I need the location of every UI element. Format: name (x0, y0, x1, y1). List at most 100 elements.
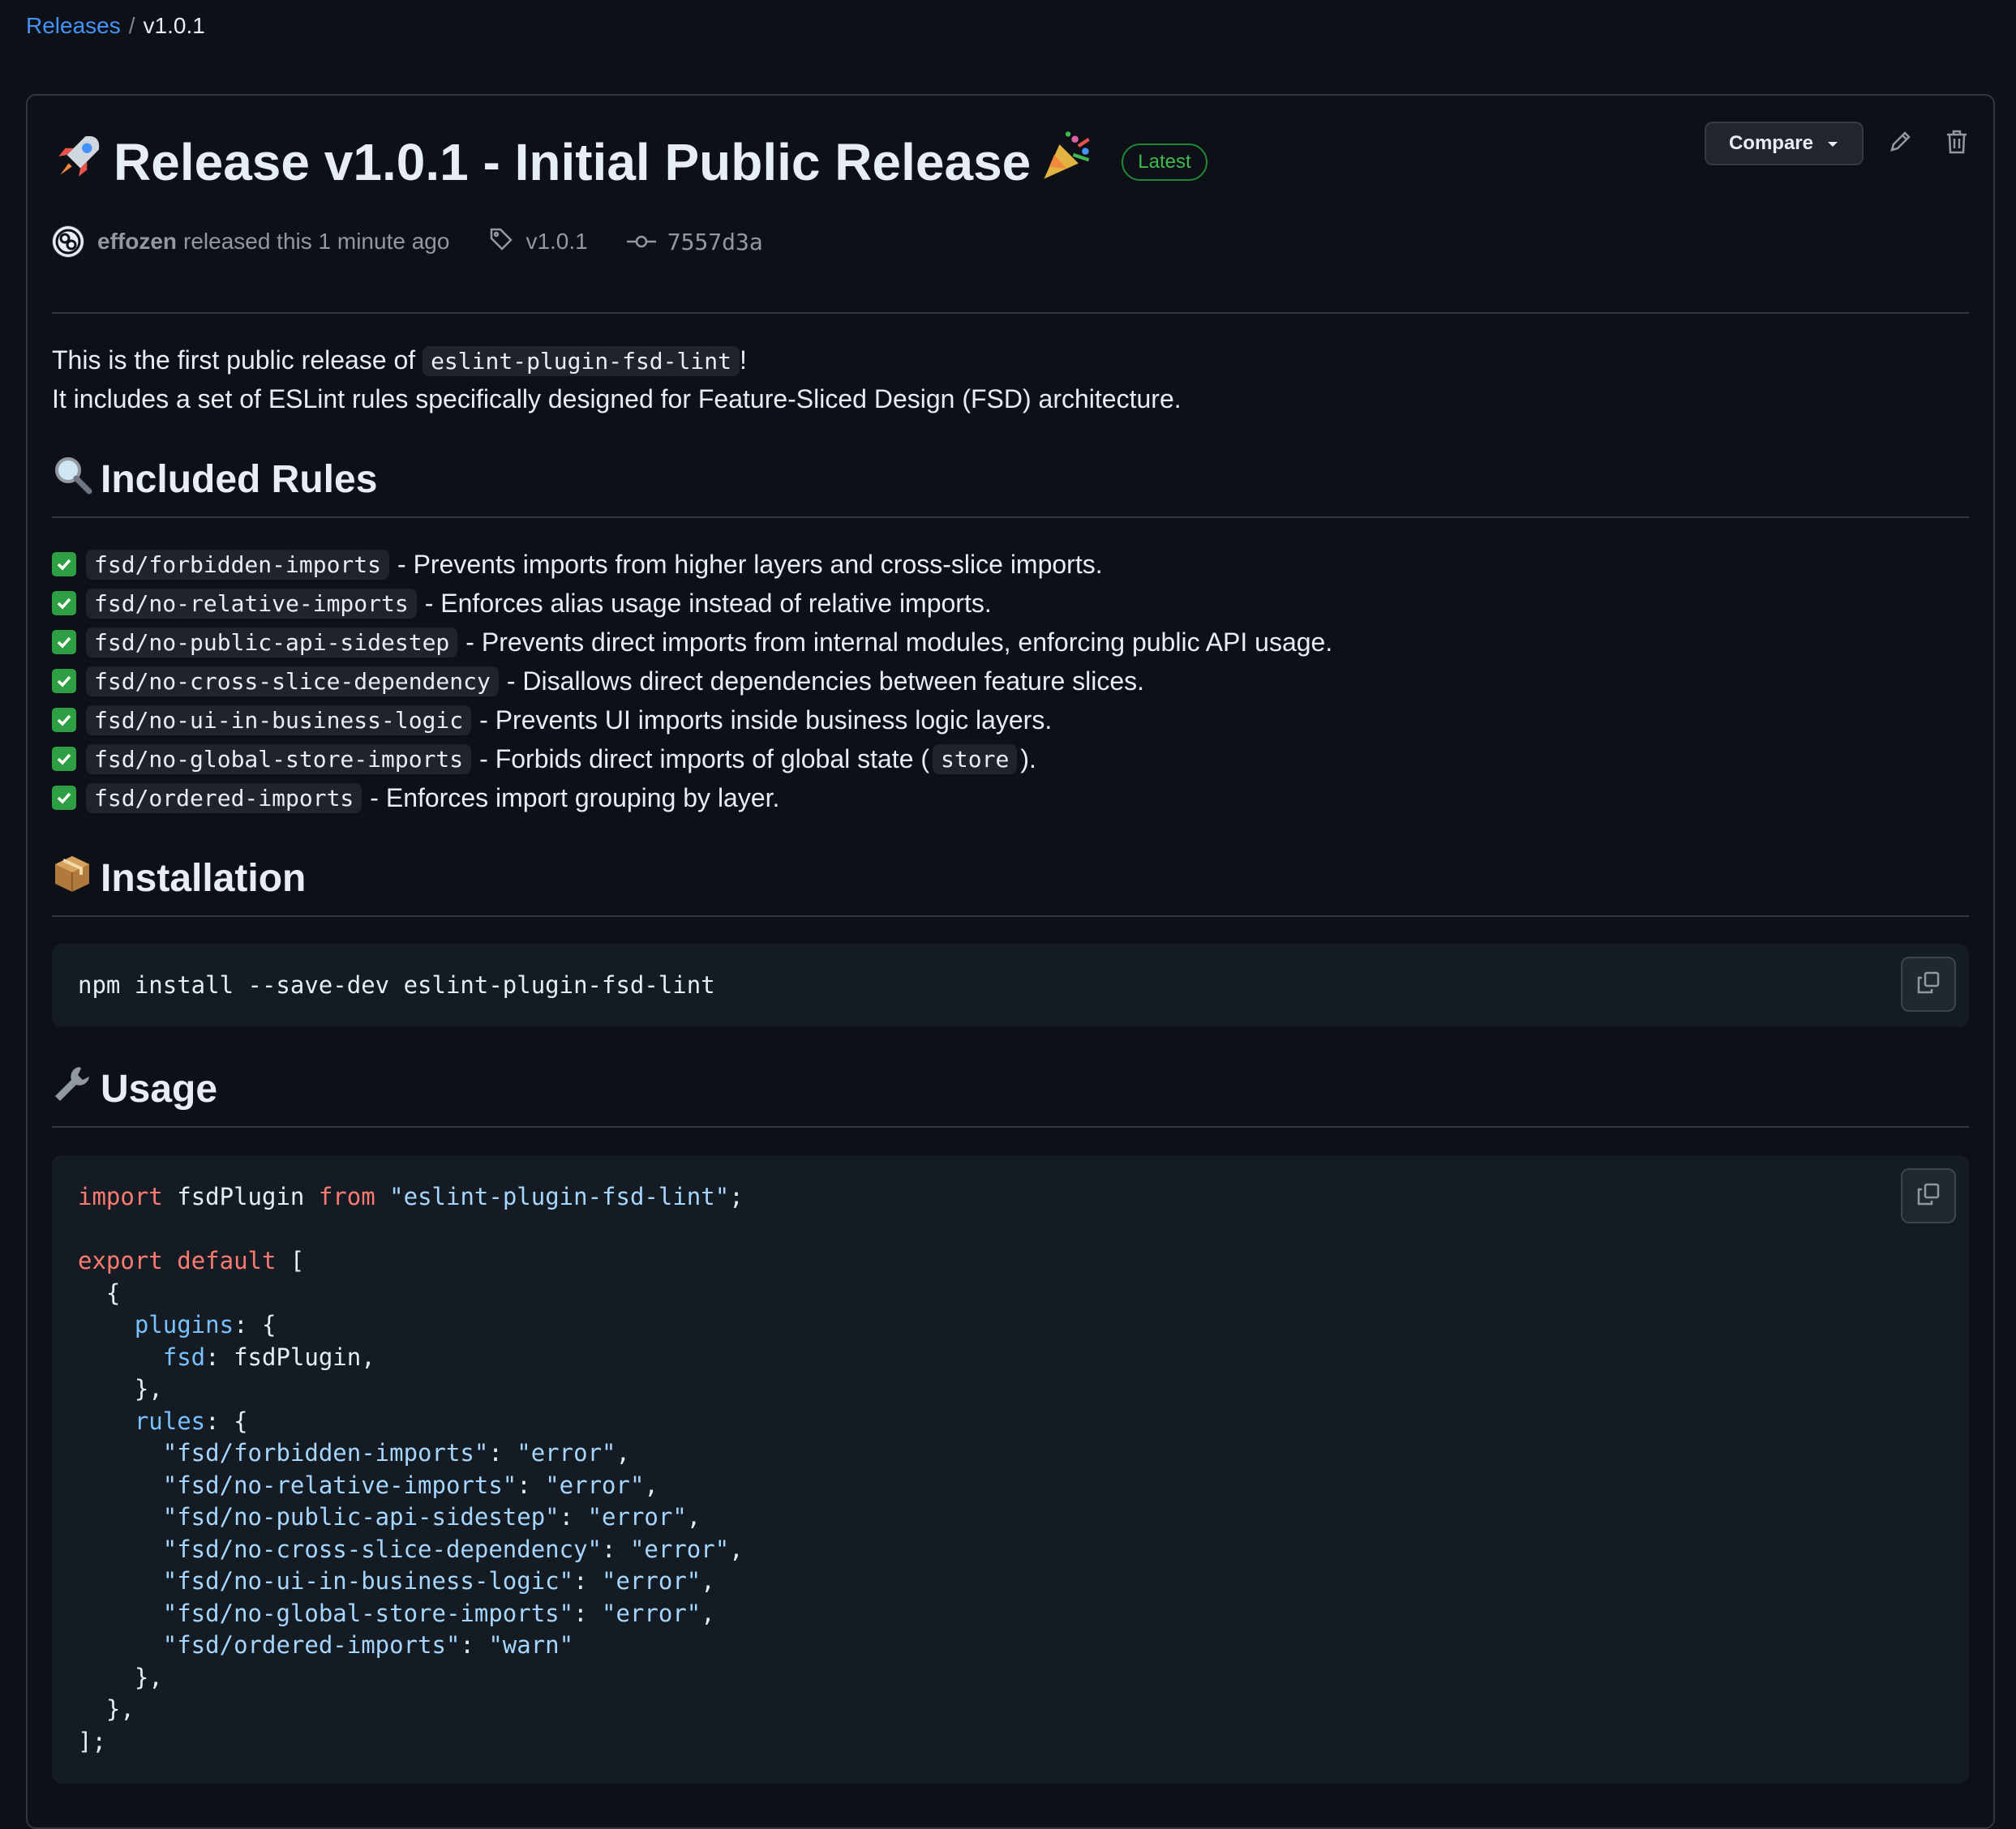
copy-icon (1915, 970, 1941, 1000)
code-token: export (78, 1247, 163, 1274)
package-name-code: eslint-plugin-fsd-lint (423, 346, 740, 376)
wrench-icon (52, 1064, 92, 1114)
author-link[interactable]: effozen (97, 229, 177, 255)
code-token: "error" (602, 1599, 701, 1627)
breadcrumb-releases-link[interactable]: Releases (26, 11, 121, 41)
edit-button[interactable] (1880, 123, 1920, 164)
code-token: "eslint-plugin-fsd-lint" (389, 1183, 730, 1210)
avatar[interactable] (52, 225, 84, 258)
intro-exclamation: ! (739, 345, 747, 375)
code-token: from (318, 1183, 375, 1210)
breadcrumb-separator: / (128, 13, 135, 38)
code-token: "fsd/no-ui-in-business-logic" (162, 1567, 574, 1595)
code-token: , (616, 1439, 630, 1467)
compare-button[interactable]: Compare (1704, 122, 1864, 165)
code-token: "warn" (488, 1631, 574, 1659)
usage-code-block: import fsdPlugin from "eslint-plugin-fsd… (52, 1155, 1969, 1784)
code-token: "error" (629, 1535, 730, 1563)
code-token: fsdPlugin, (234, 1343, 375, 1371)
party-popper-icon (1039, 129, 1094, 196)
copy-icon (1915, 1181, 1941, 1211)
list-item: fsd/no-global-store-imports - Forbids di… (52, 739, 1332, 778)
rules-heading-text: Included Rules (101, 457, 378, 501)
usage-code: import fsdPlugin from "eslint-plugin-fsd… (78, 1183, 744, 1755)
copy-usage-button[interactable] (1901, 1168, 1956, 1223)
usage-heading-text: Usage (101, 1067, 218, 1111)
rule-desc: - Enforces import grouping by layer. (370, 782, 780, 812)
install-code-block: npm install --save-dev eslint-plugin-fsd… (52, 944, 1969, 1027)
rule-desc: - Disallows direct dependencies between … (506, 666, 1145, 696)
intro-line-1: This is the first public release of esli… (52, 341, 747, 381)
rules-divider (52, 516, 1969, 518)
code-token: , (701, 1567, 715, 1595)
check-mark-icon (52, 708, 76, 732)
rule-name: fsd/ordered-imports (86, 782, 362, 813)
check-mark-icon (52, 747, 76, 771)
breadcrumb-current: v1.0.1 (143, 13, 205, 38)
list-item: fsd/no-ui-in-business-logic - Prevents U… (52, 700, 1332, 739)
compare-label: Compare (1728, 132, 1813, 154)
copy-install-button[interactable] (1901, 957, 1956, 1012)
list-item: fsd/ordered-imports - Enforces import gr… (52, 778, 1332, 817)
rule-desc: - Forbids direct imports of global state… (479, 743, 930, 773)
rule-name: fsd/no-cross-slice-dependency (86, 666, 499, 696)
commit-sha: 7557d3a (667, 228, 763, 255)
code-token: "error" (517, 1439, 616, 1467)
usage-heading: Usage (52, 1064, 217, 1114)
delete-button[interactable] (1937, 123, 1977, 164)
tag-link[interactable]: v1.0.1 (488, 226, 588, 258)
check-mark-icon (52, 630, 76, 654)
rule-name: fsd/no-global-store-imports (86, 743, 472, 774)
code-token: "fsd/ordered-imports" (162, 1631, 461, 1659)
code-token: , (644, 1471, 658, 1499)
release-meta: effozen released this 1 minute ago v1.0.… (52, 225, 763, 258)
pencil-icon (1887, 129, 1913, 159)
code-token: plugins (134, 1311, 234, 1339)
list-item: fsd/no-public-api-sidestep - Prevents di… (52, 623, 1332, 662)
code-token: "fsd/forbidden-imports" (162, 1439, 489, 1467)
code-token: default (177, 1247, 277, 1274)
install-heading: Installation (52, 853, 306, 903)
commit-icon (626, 229, 656, 255)
rule-desc: - Prevents imports from higher layers an… (397, 549, 1103, 579)
code-token: fsd (162, 1343, 206, 1371)
code-token: "fsd/no-relative-imports" (162, 1471, 517, 1499)
intro-text: This is the first public release of (52, 345, 416, 375)
list-item: fsd/no-relative-imports - Enforces alias… (52, 584, 1332, 623)
code-token: "fsd/no-cross-slice-dependency" (162, 1535, 603, 1563)
package-icon (52, 853, 92, 903)
rule-desc-after: ). (1020, 743, 1036, 773)
magnifying-glass-icon (52, 454, 92, 504)
commit-link[interactable]: 7557d3a (626, 228, 763, 255)
released-text: released this 1 minute ago (183, 229, 450, 254)
rocket-icon (52, 130, 105, 195)
code-token: fsdPlugin (177, 1183, 305, 1210)
page-title: Release v1.0.1 - Initial Public Release (52, 129, 1094, 196)
trash-icon (1945, 129, 1969, 159)
header-divider (52, 312, 1969, 314)
release-title-text: Release v1.0.1 - Initial Public Release (114, 133, 1032, 191)
code-token: "fsd/no-global-store-imports" (162, 1599, 574, 1627)
code-token: "fsd/no-public-api-sidestep" (162, 1503, 560, 1531)
code-token: "error" (602, 1567, 701, 1595)
rule-name: fsd/no-public-api-sidestep (86, 627, 458, 657)
check-mark-icon (52, 669, 76, 693)
check-mark-icon (52, 786, 76, 810)
rule-name: fsd/forbidden-imports (86, 549, 390, 580)
rules-list: fsd/forbidden-imports - Prevents imports… (52, 545, 1332, 817)
rule-name: fsd/no-ui-in-business-logic (86, 705, 472, 735)
breadcrumb: Releases / v1.0.1 (26, 11, 205, 41)
list-item: fsd/no-cross-slice-dependency - Disallow… (52, 662, 1332, 700)
rule-desc: - Prevents direct imports from internal … (465, 627, 1333, 657)
chevron-down-icon (1826, 132, 1839, 155)
tag-icon (488, 226, 514, 258)
check-mark-icon (52, 552, 76, 576)
code-token: import (78, 1183, 163, 1210)
code-token: rules (134, 1407, 206, 1435)
intro-line-2: It includes a set of ESLint rules specif… (52, 384, 1182, 413)
rule-name: fsd/no-relative-imports (86, 588, 417, 619)
tag-label: v1.0.1 (525, 229, 588, 254)
list-item: fsd/forbidden-imports - Prevents imports… (52, 545, 1332, 584)
check-mark-icon (52, 591, 76, 615)
code-token: , (701, 1599, 715, 1627)
